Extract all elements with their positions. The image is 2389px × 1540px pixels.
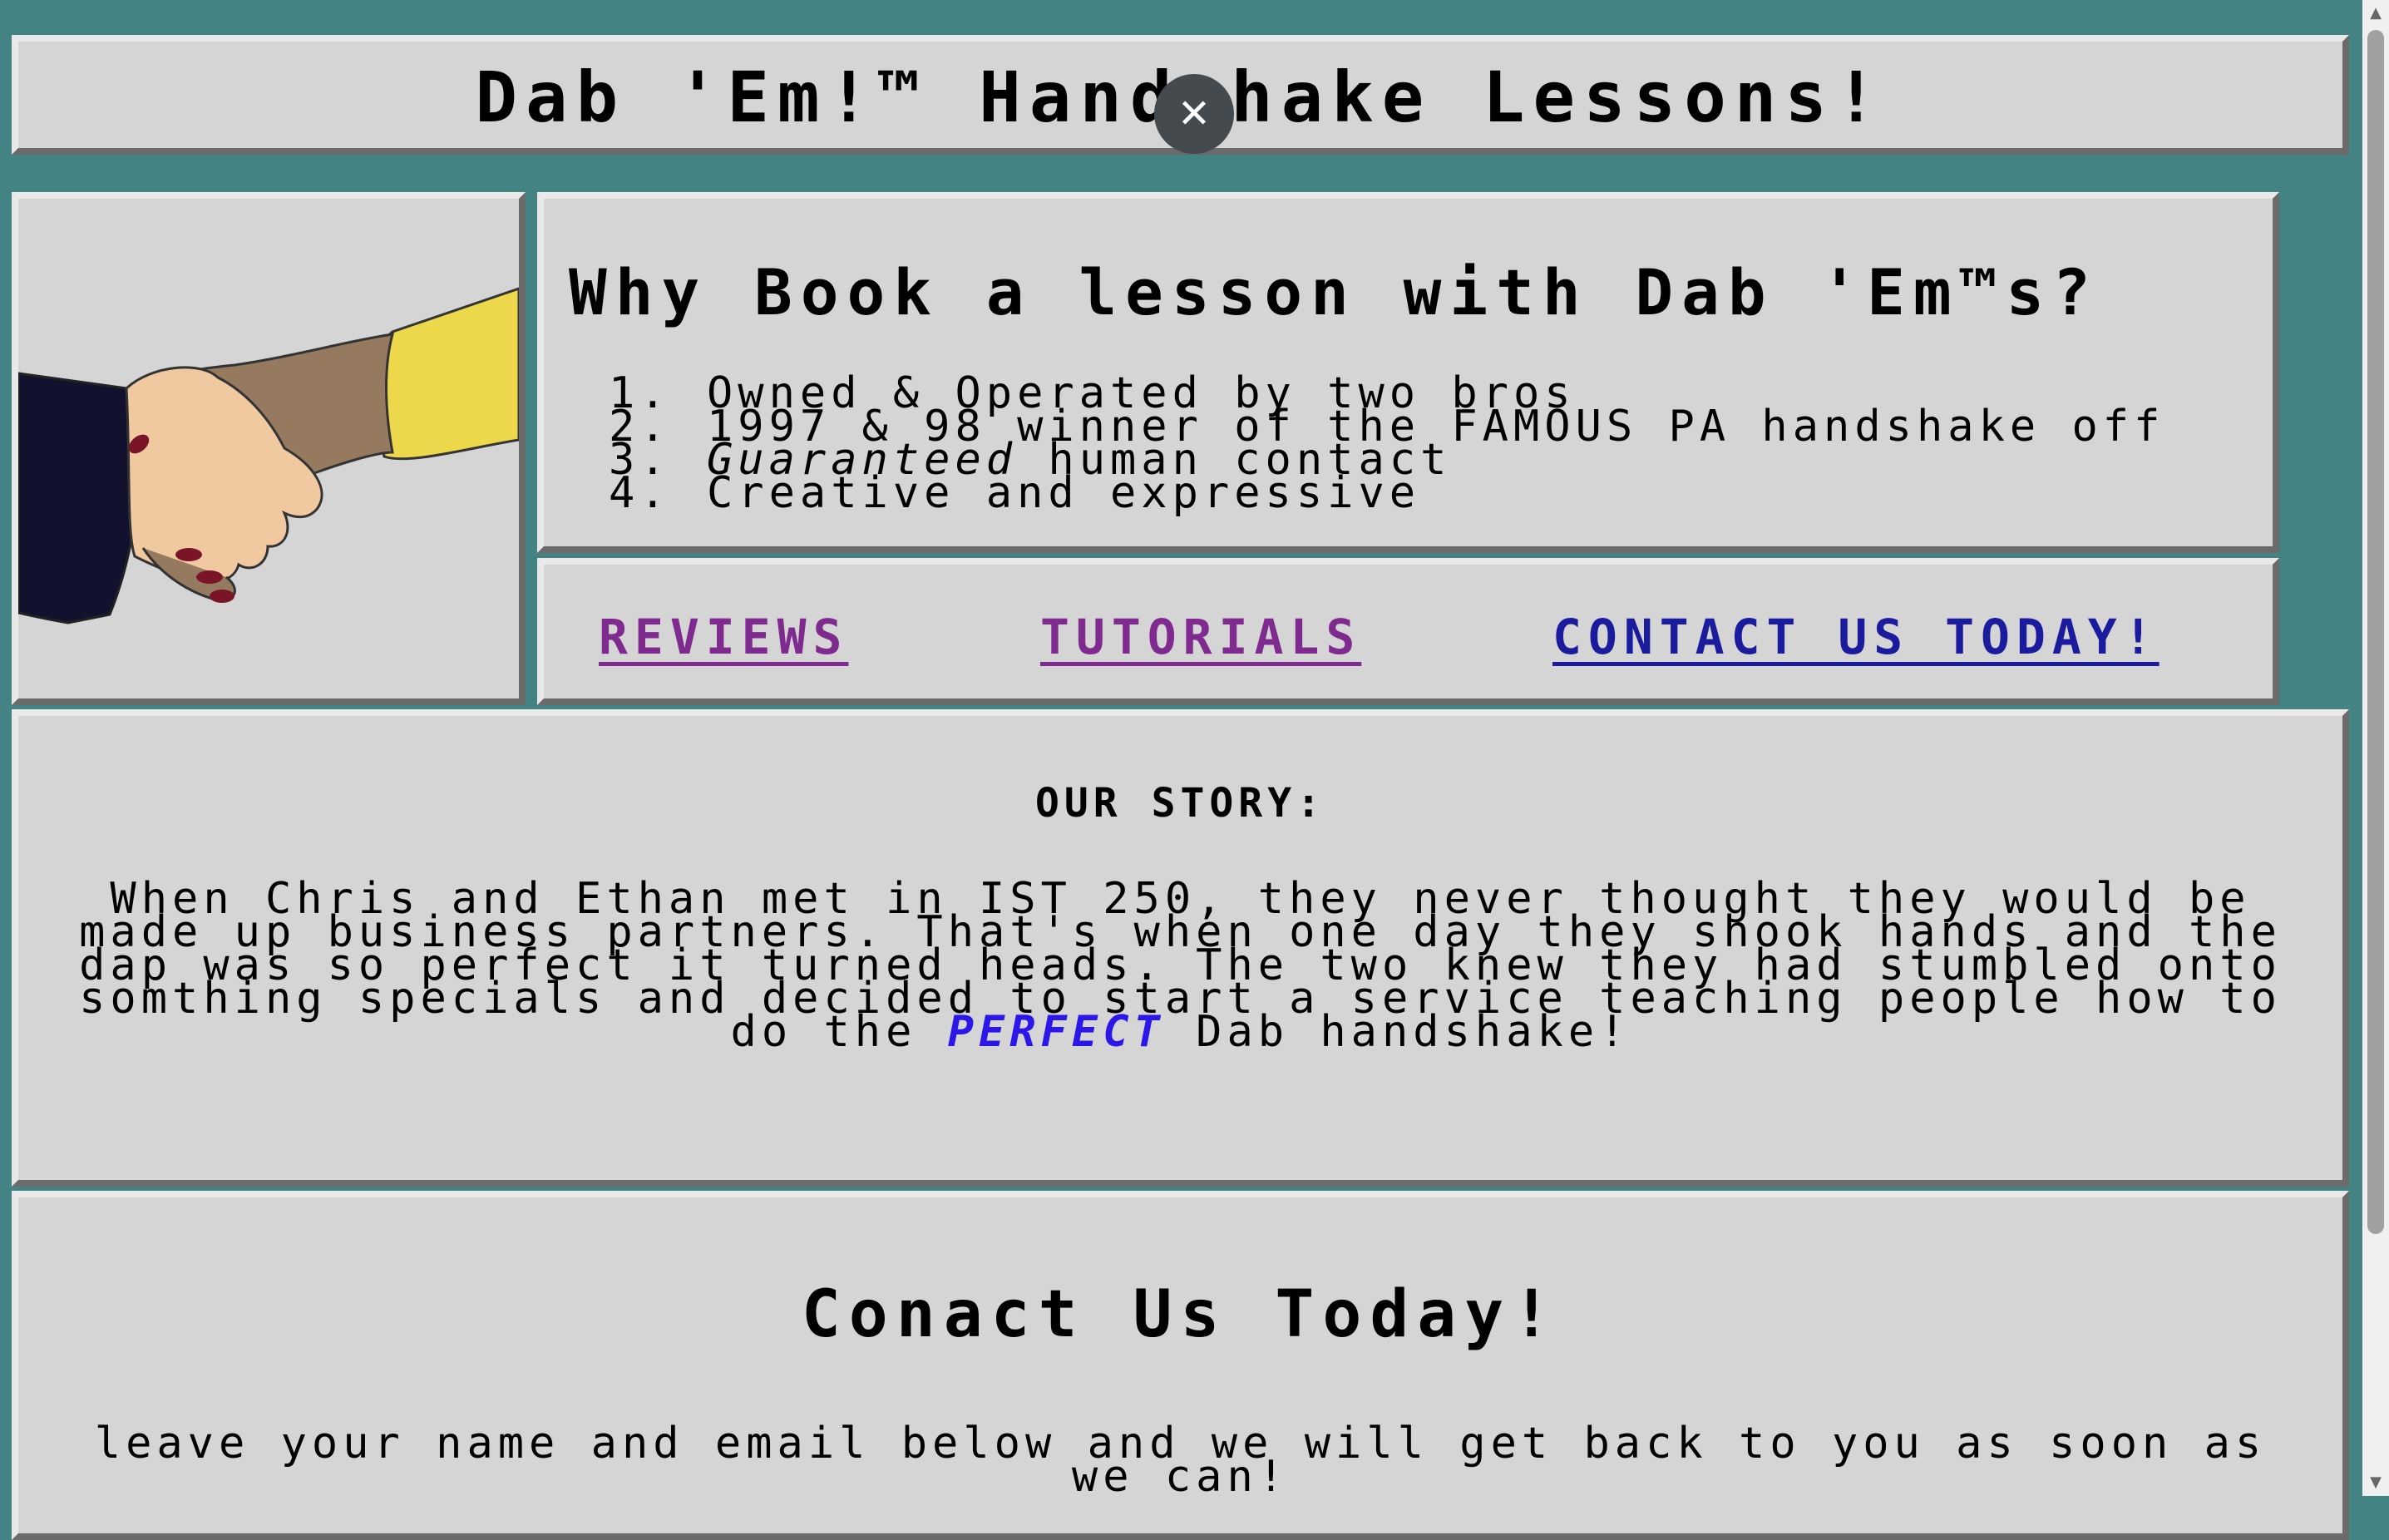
nav-panel: REVIEWS TUTORIALS CONTACT US TODAY! <box>537 558 2279 705</box>
nav-reviews-link[interactable]: REVIEWS <box>599 609 848 665</box>
contact-panel: Conact Us Today! leave your name and ema… <box>12 1191 2349 1540</box>
vertical-scrollbar[interactable]: ▲ ▼ <box>2362 0 2389 1496</box>
scrollbar-thumb[interactable] <box>2367 30 2384 1234</box>
nav-tutorials-link[interactable]: TUTORIALS <box>1040 609 1361 665</box>
story-text: When Chris and Ethan met in IST 250, the… <box>79 874 2282 1057</box>
reasons-list: 1. Owned & Operated by two bros 2. 1997 & … <box>609 372 2164 518</box>
nav-contact-link[interactable]: CONTACT US TODAY! <box>1552 609 2159 665</box>
handshake-image-panel <box>12 192 526 705</box>
contact-heading: Conact Us Today! <box>801 1277 1560 1352</box>
why-heading: Why Book a lesson with Dab 'Em™s? <box>569 255 2099 329</box>
scroll-up-icon[interactable]: ▲ <box>2362 0 2389 27</box>
list-item: 4. Creative and expressive <box>609 468 1421 518</box>
our-story-panel: OUR STORY: When Chris and Ethan met in I… <box>12 709 2349 1187</box>
close-icon[interactable]: ✕ <box>1154 74 1234 154</box>
story-heading: OUR STORY: <box>1035 780 1325 827</box>
why-book-panel: Why Book a lesson with Dab 'Em™s? 1. Owne… <box>537 192 2279 553</box>
contact-subtext: leave your name and email below and we w… <box>94 1419 2267 1502</box>
scroll-down-icon[interactable]: ▼ <box>2362 1469 2389 1496</box>
perfect-emphasis: PERFECT <box>947 1007 1165 1057</box>
handshake-illustration <box>18 287 519 624</box>
